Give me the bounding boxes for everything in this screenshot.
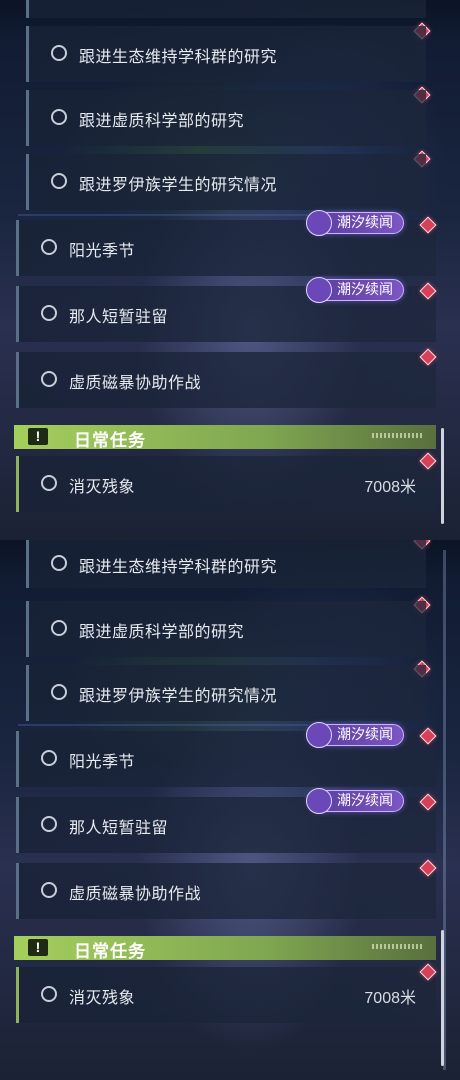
tide-swirl-icon [306, 722, 332, 748]
quest-row[interactable]: 跟进生态维持学科群的研究 [26, 26, 426, 82]
daily-tasks-header[interactable]: ! 日常任务 [14, 936, 436, 961]
tide-sequel-badge: 潮汐续闻 [306, 788, 404, 814]
section-title: 日常任务 [74, 431, 146, 450]
quest-label: 跟进罗伊族学生的研究情况 [79, 688, 278, 705]
quest-status-circle-icon [51, 173, 67, 189]
quest-label: 虚质磁暴协助作战 [69, 375, 202, 392]
daily-quest-row[interactable]: 消灭残象 7008米 [16, 456, 436, 512]
header-decoration [372, 944, 422, 949]
quest-row[interactable]: 虚质磁暴协助作战 [16, 352, 436, 408]
badge-label: 潮汐续闻 [337, 214, 393, 230]
section-title: 日常任务 [74, 942, 146, 961]
scrollbar-thumb[interactable] [441, 930, 444, 1066]
exclamation-icon: ! [28, 939, 48, 956]
exclamation-icon: ! [28, 428, 48, 445]
quest-status-circle-icon [41, 750, 57, 766]
quest-status-circle-icon [51, 620, 67, 636]
tide-swirl-icon [306, 210, 332, 236]
quest-status-circle-icon [41, 305, 57, 321]
quest-label: 阳光季节 [69, 243, 136, 260]
quest-row[interactable]: 跟进生态维持学科群的研究 [26, 540, 426, 588]
quest-row[interactable]: 跟进罗伊族学生的研究情况 [26, 665, 426, 721]
tide-sequel-badge: 潮汐续闻 [306, 722, 404, 748]
quest-row[interactable]: 虚质磁暴协助作战 [16, 863, 436, 919]
quest-status-circle-icon [51, 555, 67, 571]
quest-label: 消灭残象 [69, 479, 136, 496]
quest-status-circle-icon [41, 986, 57, 1002]
quest-row[interactable]: 跟进虚质科学部的研究 [26, 90, 426, 146]
quest-status-circle-icon [41, 371, 57, 387]
daily-quest-row[interactable]: 消灭残象 7008米 [16, 967, 436, 1023]
quest-row-partial[interactable] [26, 0, 426, 18]
quest-panel-bottom: 跟进生态维持学科群的研究 跟进虚质科学部的研究 跟进罗伊族学生的研究情况 阳光季… [0, 540, 460, 1080]
quest-status-circle-icon [51, 109, 67, 125]
quest-status-circle-icon [51, 684, 67, 700]
header-decoration [372, 433, 422, 438]
quest-status-circle-icon [41, 882, 57, 898]
quest-label: 那人短暂驻留 [69, 820, 169, 837]
badge-label: 潮汐续闻 [337, 281, 393, 297]
divider [18, 724, 308, 726]
quest-label: 跟进罗伊族学生的研究情况 [79, 177, 278, 194]
tide-swirl-icon [306, 788, 332, 814]
quest-label: 消灭残象 [69, 990, 136, 1007]
quest-row[interactable]: 跟进罗伊族学生的研究情况 [26, 154, 426, 210]
quest-distance: 7008米 [364, 479, 416, 496]
quest-label: 跟进虚质科学部的研究 [79, 113, 245, 130]
tide-swirl-icon [306, 277, 332, 303]
tide-sequel-badge: 潮汐续闻 [306, 210, 404, 236]
tide-sequel-badge: 潮汐续闻 [306, 277, 404, 303]
daily-tasks-header[interactable]: ! 日常任务 [14, 425, 436, 450]
quest-row[interactable]: 跟进虚质科学部的研究 [26, 601, 426, 657]
badge-label: 潮汐续闻 [337, 792, 393, 808]
quest-label: 跟进虚质科学部的研究 [79, 624, 245, 641]
divider [18, 214, 308, 216]
quest-tracker-screen: 跟进生态维持学科群的研究 跟进虚质科学部的研究 跟进罗伊族学生的研究情况 阳光季… [0, 0, 460, 1080]
quest-label: 虚质磁暴协助作战 [69, 886, 202, 903]
quest-status-circle-icon [41, 816, 57, 832]
quest-label: 跟进生态维持学科群的研究 [79, 559, 278, 576]
scrollbar-thumb[interactable] [441, 428, 444, 524]
quest-status-circle-icon [51, 45, 67, 61]
quest-label: 跟进生态维持学科群的研究 [79, 49, 278, 66]
quest-panel-top: 跟进生态维持学科群的研究 跟进虚质科学部的研究 跟进罗伊族学生的研究情况 阳光季… [0, 0, 460, 540]
quest-label: 那人短暂驻留 [69, 309, 169, 326]
badge-label: 潮汐续闻 [337, 726, 393, 742]
quest-status-circle-icon [41, 475, 57, 491]
quest-label: 阳光季节 [69, 754, 136, 771]
quest-distance: 7008米 [364, 990, 416, 1007]
quest-status-circle-icon [41, 239, 57, 255]
